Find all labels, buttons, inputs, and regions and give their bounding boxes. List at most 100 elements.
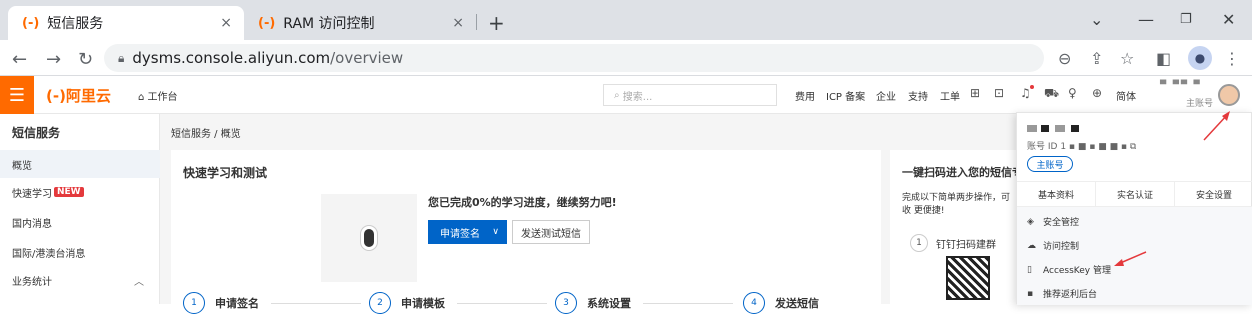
send-test-sms-button[interactable]: 发送测试短信 [512, 220, 590, 244]
tab-security-settings[interactable]: 安全设置 [1175, 182, 1252, 206]
aliyun-logo[interactable]: (-)阿里云 [46, 85, 111, 106]
monitor-icon: ▪ [1027, 288, 1034, 299]
tab-divider [476, 14, 477, 30]
url-field[interactable]: 🔒︎ dysms.console.aliyun.com/overview [104, 44, 1044, 72]
menu-item-label: 安全管控 [1043, 218, 1080, 228]
nav-icp[interactable]: ICP 备案 [826, 88, 865, 103]
tab-label: 短信服务 [47, 16, 104, 32]
shield-icon: ◈ [1027, 216, 1034, 227]
more-menu-icon[interactable]: ⋮ [1224, 49, 1240, 68]
url-host: dysms.console.aliyun.com [132, 49, 331, 67]
menu-item-access-control[interactable]: ☁ 访问控制 [1027, 239, 1080, 253]
sidebar-item-label: 国际/港澳台消息 [12, 248, 86, 260]
tab-sms-service[interactable]: (-) 短信服务 × [8, 6, 244, 40]
tab-real-name[interactable]: 实名认证 [1096, 182, 1175, 206]
apply-signature-button[interactable]: 申请签名 ∨ [428, 220, 507, 244]
language-switch[interactable]: 简体 [1116, 88, 1136, 103]
nav-ticket[interactable]: 工单 [940, 88, 960, 103]
workbench-link[interactable]: ⌂ 工作台 [138, 88, 178, 103]
cloud-icon: ☁ [1027, 240, 1036, 251]
cart-icon[interactable]: ⛟ [1044, 86, 1059, 102]
sidebar-item-quick-learn[interactable]: 快速学习 NEW [0, 178, 160, 206]
browser-tab-bar: (-) 短信服务 × (-) RAM 访问控制 × + ⌄ — ❐ ✕ [0, 0, 1252, 40]
nav-enterprise[interactable]: 企业 [876, 88, 896, 103]
account-id-label: 账号 ID [1027, 142, 1058, 152]
menu-item-label: 访问控制 [1043, 242, 1080, 252]
home-icon: ⌂ [138, 92, 148, 103]
chevron-down-icon[interactable]: ⌄ [1090, 10, 1103, 29]
filing-icon[interactable]: ⊞ [970, 86, 980, 100]
sidebar: 短信服务 概览 快速学习 NEW 国内消息 国际/港澳台消息 业务统计 ︿ [0, 114, 160, 304]
progress-text: 您已完成0%的学习进度，继续努力吧! [428, 196, 617, 209]
qr-join-card: 一键扫码进入您的短信专 完成以下简单两步操作，可收 更便捷! 1 钉钉扫码建群 [890, 150, 1018, 310]
window-close-icon[interactable]: ✕ [1222, 10, 1235, 29]
back-icon[interactable]: ← [12, 49, 27, 70]
menu-item-referral[interactable]: ▪ 推荐返利后台 [1027, 287, 1098, 301]
tab-basic-info[interactable]: 基本资料 [1017, 182, 1096, 206]
workbench-label: 工作台 [147, 92, 178, 103]
masked-text [1055, 125, 1065, 132]
close-icon[interactable]: × [452, 15, 464, 31]
close-icon[interactable]: × [220, 15, 232, 31]
profile-avatar[interactable]: ● [1188, 46, 1212, 70]
lightbulb-icon[interactable]: ♀ [1068, 86, 1077, 100]
menu-icon[interactable]: ☰ [0, 76, 34, 114]
step-label: 钉钉扫码建群 [936, 240, 996, 251]
share-icon[interactable]: ⇪ [1090, 49, 1103, 68]
new-tab-button[interactable]: + [488, 11, 505, 35]
account-id-value: 1 [1060, 142, 1067, 152]
step-4: 4 发送短信 [743, 292, 819, 314]
minimize-icon[interactable]: — [1138, 10, 1154, 29]
search-input[interactable]: ⌕ 搜索... [603, 84, 777, 106]
search-placeholder: 搜索... [622, 91, 653, 103]
zoom-icon[interactable]: ⊖ [1058, 49, 1071, 68]
step-label: 发送短信 [775, 297, 819, 310]
robot-illustration [321, 194, 417, 282]
menu-item-accesskey[interactable]: ▯ AccessKey 管理 [1027, 263, 1111, 277]
menu-item-label: 推荐返利后台 [1043, 290, 1098, 300]
bell-icon[interactable]: ♫ [1020, 86, 1031, 100]
sidebar-item-label: 概览 [12, 160, 32, 172]
nav-fees[interactable]: 费用 [795, 88, 815, 103]
step-connector [457, 302, 547, 304]
user-avatar[interactable] [1218, 84, 1240, 106]
button-label: 申请签名 [440, 228, 480, 240]
help-icon[interactable]: ⊕ [1092, 86, 1102, 100]
step-label: 申请模板 [401, 297, 445, 310]
notification-dot [1030, 85, 1034, 89]
chevron-up-icon: ︿ [134, 276, 144, 288]
card-description: 完成以下简单两步操作，可收 更便捷! [902, 193, 1011, 216]
tab-ram-access-control[interactable]: (-) RAM 访问控制 × [244, 6, 476, 40]
masked-text [1041, 125, 1049, 132]
sidebar-item-label: 快速学习 [12, 188, 52, 200]
step-number: 3 [555, 292, 577, 314]
sidebar-item-international[interactable]: 国际/港澳台消息 [0, 238, 160, 266]
sidebar-item-stats[interactable]: 业务统计 ︿ [0, 266, 160, 294]
account-tabs: 基本资料 实名认证 安全设置 [1017, 181, 1252, 207]
forward-icon[interactable]: → [46, 49, 61, 70]
url-path: /overview [330, 49, 404, 67]
reload-icon[interactable]: ↻ [78, 49, 93, 70]
lock-icon: 🔒︎ [118, 50, 125, 65]
address-bar: ← → ↻ 🔒︎ dysms.console.aliyun.com/overvi… [0, 40, 1252, 76]
step-2: 2 申请模板 [369, 292, 547, 314]
account-name-masked: ▀ ▀▀ ▀ [1160, 80, 1202, 89]
menu-item-security-control[interactable]: ◈ 安全管控 [1027, 215, 1080, 229]
step-1: 1 申请签名 [183, 292, 361, 314]
step-number: 4 [743, 292, 765, 314]
step-number: 2 [369, 292, 391, 314]
copy-icon[interactable]: ⧉ [1130, 142, 1136, 152]
nav-support[interactable]: 支持 [908, 88, 928, 103]
sidebar-title: 短信服务 [12, 126, 61, 140]
robot-icon [361, 226, 377, 250]
sidepanel-icon[interactable]: ◧ [1156, 49, 1171, 68]
restore-icon[interactable]: ❐ [1180, 12, 1192, 27]
aliyun-favicon-icon: (-) [22, 15, 40, 31]
terminal-icon[interactable]: ⊡ [994, 86, 1004, 100]
masked-text [1071, 125, 1079, 132]
sidebar-item-label: 业务统计 [12, 276, 52, 288]
sidebar-item-label: 国内消息 [12, 218, 52, 230]
sidebar-item-overview[interactable]: 概览 [0, 150, 160, 178]
sidebar-item-domestic[interactable]: 国内消息 [0, 208, 160, 236]
star-icon[interactable]: ☆ [1120, 49, 1134, 68]
